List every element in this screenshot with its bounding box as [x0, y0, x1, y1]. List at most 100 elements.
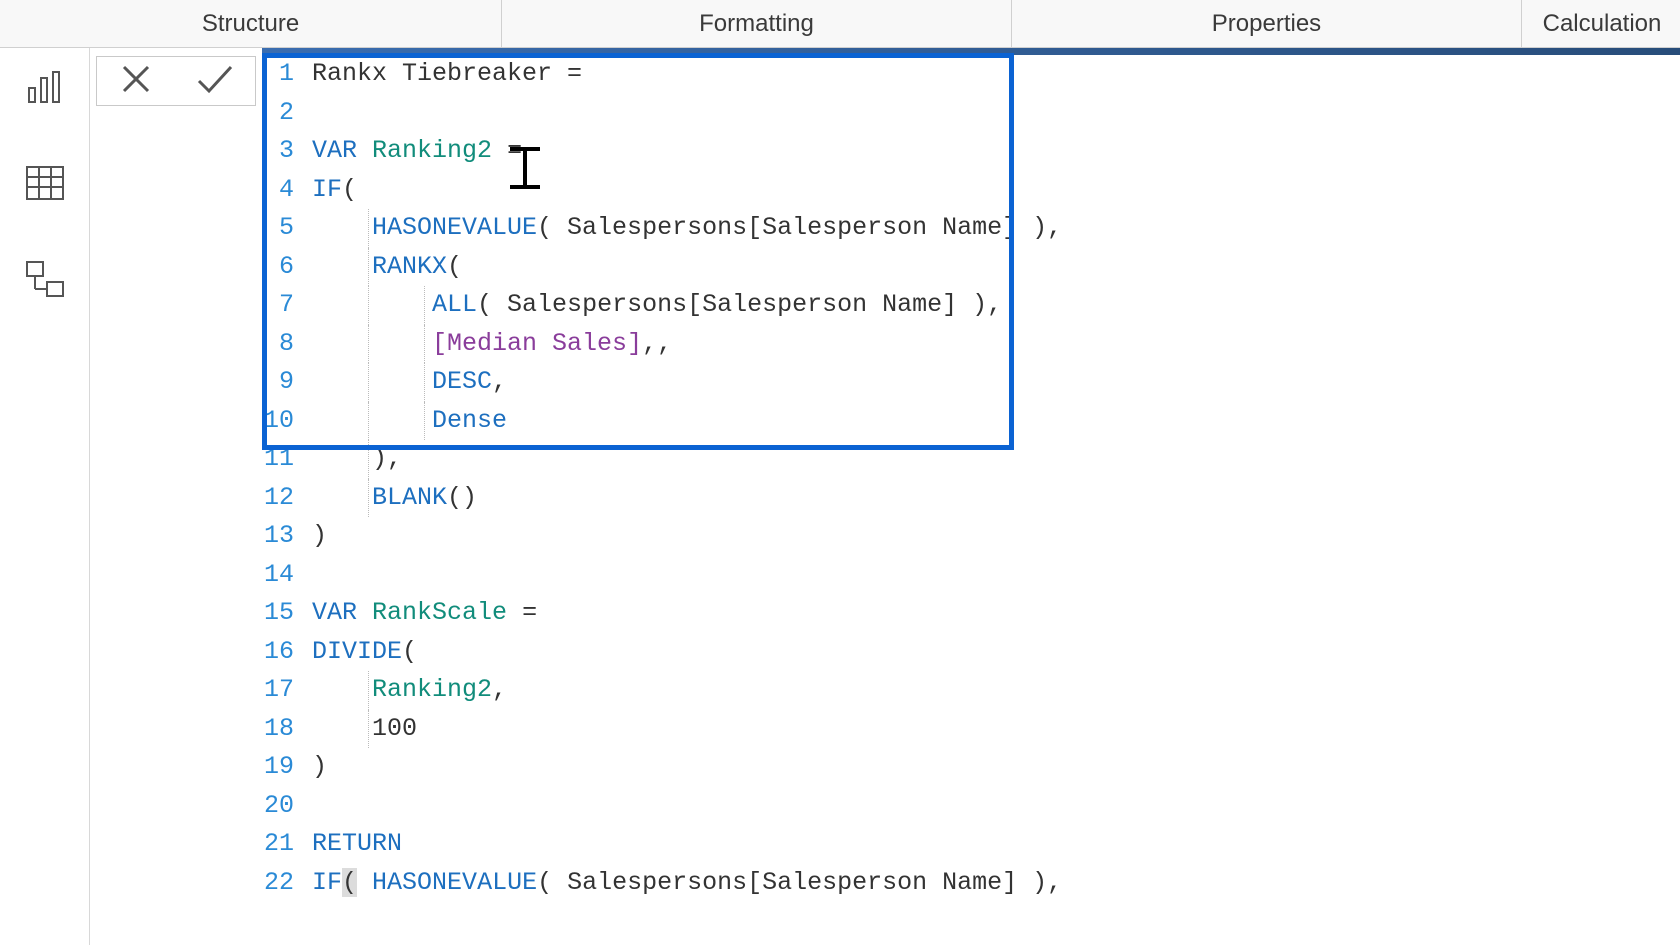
line-number: 15 [262, 594, 298, 633]
code-line[interactable]: Rankx Tiebreaker = [312, 55, 1062, 94]
code-token [312, 252, 372, 281]
code-line[interactable]: HASONEVALUE( Salespersons[Salesperson Na… [312, 209, 1062, 248]
code-token: = [507, 598, 537, 627]
indent-guide [368, 363, 369, 402]
commit-formula-button[interactable] [195, 61, 235, 102]
line-number: 11 [262, 440, 298, 479]
code-token: HASONEVALUE [372, 868, 537, 897]
indent-guide [368, 671, 369, 710]
code-token: , [492, 367, 507, 396]
code-token: , [492, 675, 507, 704]
line-number: 21 [262, 825, 298, 864]
code-line[interactable]: RANKX( [312, 248, 1062, 287]
code-token: ,, [642, 329, 672, 358]
code-token: = [492, 136, 522, 165]
code-line[interactable]: ) [312, 517, 1062, 556]
cancel-formula-button[interactable] [118, 61, 154, 102]
code-token [312, 675, 372, 704]
ribbon-tab-structure[interactable]: Structure [0, 0, 502, 47]
code-token: BLANK [372, 483, 447, 512]
model-view-icon[interactable] [23, 258, 67, 307]
code-line[interactable]: IF( HASONEVALUE( Salespersons[Salesperso… [312, 864, 1062, 903]
code-line[interactable]: RETURN [312, 825, 1062, 864]
ribbon-tab-calculation[interactable]: Calculation [1522, 0, 1680, 47]
code-token: ( Salespersons[Salesperson Name] ), [477, 290, 1002, 319]
code-token: ( [342, 868, 357, 897]
data-view-icon[interactable] [23, 163, 67, 208]
formula-bar-actions [96, 56, 256, 106]
code-line[interactable]: DESC, [312, 363, 1062, 402]
report-view-icon[interactable] [23, 68, 67, 113]
code-line[interactable]: Ranking2, [312, 671, 1062, 710]
line-gutter: 12345678910111213141516171819202122 [262, 55, 298, 902]
code-line[interactable]: VAR RankScale = [312, 594, 1062, 633]
dax-editor[interactable]: 12345678910111213141516171819202122 Rank… [262, 55, 1680, 945]
line-number: 6 [262, 248, 298, 287]
code-line[interactable]: ), [312, 440, 1062, 479]
code-line[interactable] [312, 787, 1062, 826]
code-line[interactable]: ) [312, 748, 1062, 787]
line-number: 19 [262, 748, 298, 787]
indent-guide [368, 440, 369, 479]
line-number: 16 [262, 633, 298, 672]
line-number: 7 [262, 286, 298, 325]
code-token [312, 483, 372, 512]
line-number: 9 [262, 363, 298, 402]
code-line[interactable]: IF( [312, 171, 1062, 210]
code-token: Ranking2 [372, 675, 492, 704]
code-token: ( Salespersons[Salesperson Name] ), [537, 213, 1062, 242]
code-line[interactable]: BLANK() [312, 479, 1062, 518]
ribbon-tabs: Structure Formatting Properties Calculat… [0, 0, 1680, 48]
ribbon-tab-formatting[interactable]: Formatting [502, 0, 1012, 47]
code-line[interactable]: 100 [312, 710, 1062, 749]
code-token: Rankx Tiebreaker = [312, 59, 582, 88]
code-token [312, 406, 432, 435]
code-line[interactable]: DIVIDE( [312, 633, 1062, 672]
code-line[interactable] [312, 94, 1062, 133]
code-token [357, 136, 372, 165]
code-token: 100 [312, 714, 417, 743]
line-number: 10 [262, 402, 298, 441]
code-token: ) [312, 521, 327, 550]
code-token: ALL [432, 290, 477, 319]
view-switcher [0, 48, 90, 945]
line-number: 3 [262, 132, 298, 171]
code-token: ( [402, 637, 417, 666]
code-line[interactable]: Dense [312, 402, 1062, 441]
indent-guide [424, 363, 425, 402]
code-content[interactable]: Rankx Tiebreaker =VAR Ranking2 =IF( HASO… [312, 55, 1062, 902]
line-number: 17 [262, 671, 298, 710]
code-token [357, 598, 372, 627]
code-token: VAR [312, 136, 357, 165]
ribbon-tab-properties[interactable]: Properties [1012, 0, 1522, 47]
indent-guide [368, 710, 369, 749]
line-number: 5 [262, 209, 298, 248]
line-number: 18 [262, 710, 298, 749]
code-token: DESC [432, 367, 492, 396]
line-number: 22 [262, 864, 298, 903]
code-token: ), [312, 444, 402, 473]
code-token: ( [447, 252, 462, 281]
code-token: HASONEVALUE [372, 213, 537, 242]
code-token: () [447, 483, 477, 512]
line-number: 2 [262, 94, 298, 133]
code-line[interactable]: [Median Sales],, [312, 325, 1062, 364]
line-number: 4 [262, 171, 298, 210]
code-token: ( [342, 175, 357, 204]
line-number: 14 [262, 556, 298, 595]
code-line[interactable]: ALL( Salespersons[Salesperson Name] ), [312, 286, 1062, 325]
editor-top-accent [262, 48, 1680, 55]
code-token [357, 868, 372, 897]
line-number: 12 [262, 479, 298, 518]
code-token [312, 329, 432, 358]
code-token [312, 213, 372, 242]
indent-guide [368, 479, 369, 518]
code-token: DIVIDE [312, 637, 402, 666]
indent-guide [368, 286, 369, 325]
code-line[interactable] [312, 556, 1062, 595]
indent-guide [368, 325, 369, 364]
code-token: Ranking2 [372, 136, 492, 165]
line-number: 13 [262, 517, 298, 556]
code-line[interactable]: VAR Ranking2 = [312, 132, 1062, 171]
code-token [312, 290, 432, 319]
